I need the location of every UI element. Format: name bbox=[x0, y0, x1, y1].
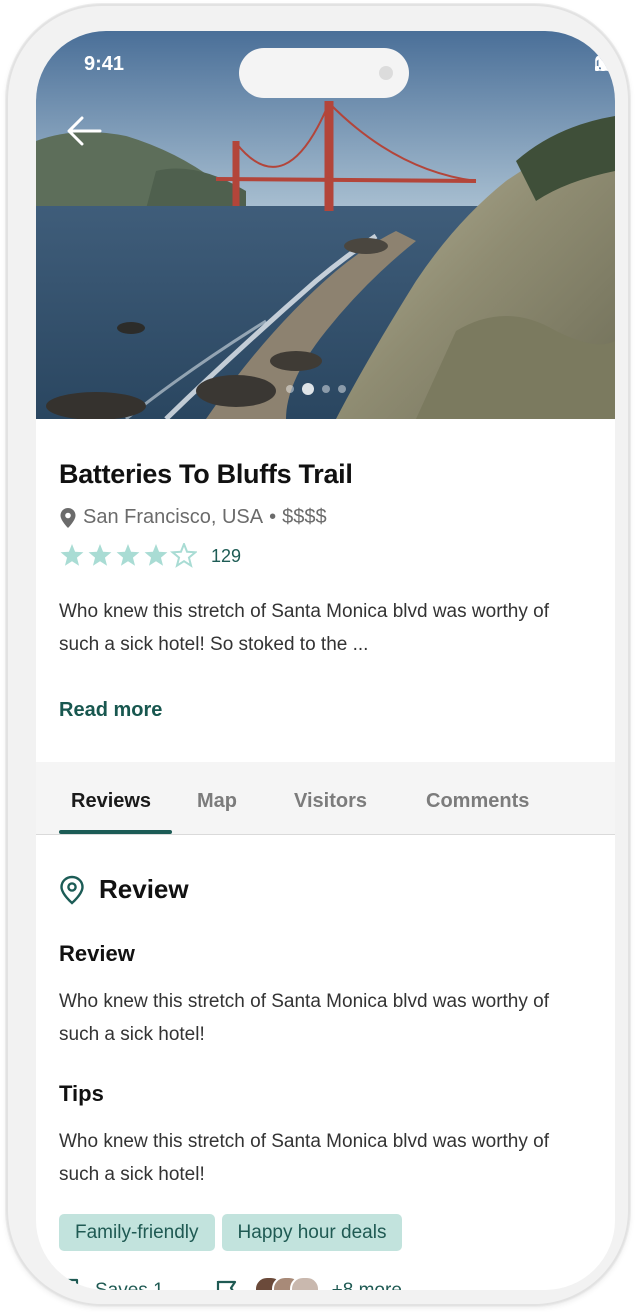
arrow-left-icon bbox=[67, 116, 102, 146]
tab-map[interactable]: Map bbox=[197, 790, 237, 813]
screen: 9:41 Batteries To Bluffs Trail San Franc… bbox=[36, 31, 615, 1290]
price-level: $$$$ bbox=[282, 506, 327, 528]
separator-dot: • bbox=[269, 506, 277, 528]
star-rating: 129 bbox=[59, 543, 241, 569]
star-filled-icon bbox=[144, 544, 168, 566]
place-title: Batteries To Bluffs Trail bbox=[59, 459, 353, 489]
carousel-dot[interactable] bbox=[338, 385, 346, 393]
dynamic-island bbox=[239, 48, 409, 98]
tag-family-friendly[interactable]: Family-friendly bbox=[59, 1214, 215, 1251]
carousel-dot[interactable] bbox=[286, 385, 294, 393]
location-text: San Francisco, USA bbox=[83, 506, 264, 528]
tab-visitors[interactable]: Visitors bbox=[294, 790, 367, 813]
active-tab-indicator bbox=[59, 830, 172, 834]
tab-comments[interactable]: Comments bbox=[426, 790, 529, 813]
review-footer: Saves 1 +8 more bbox=[59, 1276, 402, 1290]
carousel-indicator[interactable] bbox=[286, 383, 346, 395]
camera-icon bbox=[379, 66, 393, 80]
battery-icon bbox=[595, 55, 615, 71]
tips-title: Tips bbox=[59, 1081, 104, 1106]
location-pin-icon bbox=[60, 507, 76, 528]
review-section-header: Review bbox=[59, 874, 189, 905]
review-title: Review bbox=[59, 941, 135, 966]
star-empty-icon bbox=[169, 543, 197, 568]
saves-count[interactable]: Saves 1 bbox=[95, 1280, 164, 1290]
carousel-dot[interactable] bbox=[322, 385, 330, 393]
more-visitors-label[interactable]: +8 more bbox=[332, 1280, 402, 1290]
tab-reviews[interactable]: Reviews bbox=[71, 790, 151, 813]
section-heading: Review bbox=[99, 874, 189, 904]
map-pin-icon bbox=[60, 875, 84, 905]
bookmark-icon[interactable] bbox=[59, 1278, 81, 1290]
star-filled-icon bbox=[88, 544, 112, 566]
tips-text: Who knew this stretch of Santa Monica bl… bbox=[59, 1131, 549, 1185]
star-filled-icon bbox=[116, 544, 140, 566]
tag-list: Family-friendly Happy hour deals bbox=[59, 1214, 403, 1251]
tab-bar: Reviews Map Visitors Comments bbox=[36, 762, 615, 835]
place-description: Who knew this stretch of Santa Monica bl… bbox=[59, 601, 549, 655]
phone-frame: 9:41 Batteries To Bluffs Trail San Franc… bbox=[6, 4, 630, 1306]
carousel-dot-active[interactable] bbox=[302, 383, 314, 395]
location-row: San Francisco, USA • $$$$ bbox=[59, 506, 327, 529]
stars-icon bbox=[60, 543, 197, 568]
avatar bbox=[289, 1276, 320, 1290]
back-button[interactable] bbox=[64, 115, 104, 147]
review-text: Who knew this stretch of Santa Monica bl… bbox=[59, 991, 549, 1045]
star-filled-icon bbox=[60, 544, 84, 566]
hero-image[interactable]: 9:41 bbox=[36, 31, 615, 419]
visitor-avatars[interactable] bbox=[253, 1276, 320, 1290]
flag-icon[interactable] bbox=[214, 1278, 240, 1290]
read-more-link[interactable]: Read more bbox=[59, 699, 162, 722]
tag-happy-hour-deals[interactable]: Happy hour deals bbox=[221, 1214, 403, 1251]
review-count: 129 bbox=[211, 545, 242, 566]
status-time: 9:41 bbox=[84, 53, 125, 75]
